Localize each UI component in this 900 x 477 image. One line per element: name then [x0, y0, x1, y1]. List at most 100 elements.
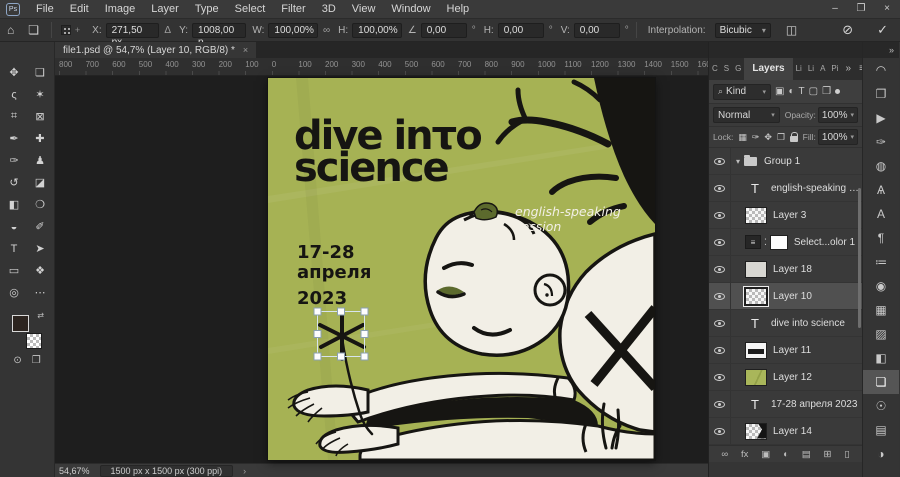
hand-tool[interactable]: ❖ — [29, 260, 51, 281]
frame-tool[interactable]: ⊠ — [29, 106, 51, 127]
background-color-swatch[interactable] — [26, 333, 42, 349]
menu-help[interactable]: Help — [439, 0, 478, 18]
chevron-down-icon[interactable]: ▾ — [736, 157, 740, 166]
layer-row-9[interactable]: Layer 12 — [709, 364, 862, 391]
layer-row-4[interactable]: ≡⁚Select...olor 1 — [709, 229, 862, 256]
panel-tab-pi3[interactable]: Pi — [828, 58, 841, 80]
visibility-toggle[interactable] — [709, 283, 731, 309]
panel-tab-g[interactable]: G — [732, 58, 744, 80]
blend-mode-select[interactable]: Normal ▾ — [713, 107, 780, 123]
status-chevron-icon[interactable]: › — [243, 466, 246, 476]
lasso-tool[interactable]: ς — [3, 84, 25, 105]
brush-tool[interactable]: ✑ — [3, 150, 25, 171]
transform-hskew-field[interactable]: 0,00 — [498, 23, 544, 38]
menu-filter[interactable]: Filter — [273, 0, 313, 18]
lock-pixels-icon[interactable]: ✑ — [752, 132, 760, 143]
new-adjustment-icon[interactable]: ◐ — [783, 449, 789, 460]
layer-row-7[interactable]: Tdive into science — [709, 310, 862, 337]
move-tool[interactable]: ✥ — [3, 62, 25, 83]
canvas-artwork[interactable]: dive inτo science english-speaking sessi… — [268, 78, 655, 460]
shape-tool[interactable]: ▭ — [3, 260, 25, 281]
document-info-field[interactable]: 1500 px x 1500 px (300 ppi) — [100, 465, 234, 477]
menu-type[interactable]: Type — [187, 0, 227, 18]
layer-row-3[interactable]: Layer 3 — [709, 202, 862, 229]
character-icon[interactable]: A — [863, 202, 899, 226]
visibility-toggle[interactable] — [709, 391, 731, 417]
styles-icon[interactable]: ◍ — [863, 154, 899, 178]
panel-tab-li1[interactable]: Li — [805, 58, 817, 80]
path-select-tool[interactable]: ➤ — [29, 238, 51, 259]
actions-icon[interactable]: ▶ — [863, 106, 899, 130]
opacity-select[interactable]: 100% ▾ — [818, 107, 858, 123]
filter-adjustment-icon[interactable]: ◐ — [788, 86, 794, 97]
tab-layers[interactable]: Layers — [744, 58, 792, 80]
transform-x-field[interactable]: 271,50 px — [106, 23, 160, 38]
gradient-tool[interactable]: ◧ — [3, 194, 25, 215]
layer-row-10[interactable]: T17-28 апреля 2023 — [709, 391, 862, 418]
swap-colors-icon[interactable]: ⇄ — [37, 311, 44, 320]
lock-transparency-icon[interactable]: ▦ — [738, 132, 747, 143]
layer-row-6[interactable]: Layer 10 — [709, 283, 862, 310]
gradients-icon[interactable]: ◧ — [863, 346, 899, 370]
menu-window[interactable]: Window — [383, 0, 438, 18]
panel-tab-c[interactable]: C — [709, 58, 721, 80]
adjustments-icon[interactable]: ◑ — [863, 442, 899, 466]
quick-mask-icon[interactable]: ⊙ — [13, 355, 21, 366]
menu-file[interactable]: File — [28, 0, 62, 18]
foreground-color-swatch[interactable] — [12, 315, 29, 332]
delete-layer-icon[interactable]: ▯ — [844, 449, 849, 460]
link-layers-icon[interactable]: ∞ — [721, 449, 728, 460]
zoom-level-field[interactable]: 54,67% — [55, 466, 100, 476]
eraser-tool[interactable]: ◪ — [29, 172, 51, 193]
visibility-toggle[interactable] — [709, 256, 731, 282]
libraries-icon[interactable]: ▤ — [863, 418, 899, 442]
close-icon[interactable]: × — [243, 45, 248, 55]
panel-tab-li0[interactable]: Li — [793, 58, 805, 80]
menu-select[interactable]: Select — [227, 0, 274, 18]
edit-toolbar[interactable]: ⋯ — [29, 282, 51, 303]
color-icon[interactable]: ◉ — [863, 274, 899, 298]
filter-shape-icon[interactable]: ▢ — [809, 86, 818, 97]
filter-pixel-icon[interactable]: ▣ — [775, 86, 784, 97]
swatches-icon[interactable]: ▦ — [863, 298, 899, 322]
layer-row-11[interactable]: Layer 14 — [709, 418, 862, 445]
interpolation-select[interactable]: Bicubic ▾ — [715, 23, 771, 38]
paragraph-icon[interactable]: ¶ — [863, 226, 899, 250]
document-tab[interactable]: file1.psd @ 54,7% (Layer 10, RGB/8) * × — [55, 42, 256, 58]
layer-row-1[interactable]: ▾Group 1 — [709, 148, 862, 175]
pen-tool[interactable]: ✐ — [29, 216, 51, 237]
reference-point-widget[interactable] — [61, 25, 71, 35]
magic-wand-tool[interactable]: ✶ — [29, 84, 51, 105]
lock-artboard-icon[interactable]: ❐ — [777, 132, 785, 143]
maximize-button[interactable]: ❐ — [848, 0, 874, 18]
history-brush-tool[interactable]: ↺ — [3, 172, 25, 193]
lock-position-icon[interactable]: ✥ — [764, 132, 772, 143]
eyedropper-tool[interactable]: ✒ — [3, 128, 25, 149]
brush-settings-icon[interactable]: ✑ — [863, 130, 899, 154]
clone-stamp-tool[interactable]: ♟ — [29, 150, 51, 171]
panel-tab-s[interactable]: S — [721, 58, 732, 80]
menu-3d[interactable]: 3D — [314, 0, 344, 18]
zoom-tool[interactable]: ◎ — [3, 282, 25, 303]
lock-all-icon[interactable] — [790, 136, 798, 142]
fill-select[interactable]: 100% ▾ — [818, 129, 858, 145]
layer-mask-icon[interactable]: ▣ — [761, 449, 770, 460]
kind-filter-select[interactable]: ⌕ Kind ▾ — [713, 84, 771, 100]
filter-type-icon[interactable]: T — [799, 86, 805, 97]
commit-transform-button[interactable]: ✓ — [865, 22, 900, 38]
filter-toggle-icon[interactable] — [835, 89, 840, 94]
blur-tool[interactable]: ❍ — [29, 194, 51, 215]
visibility-toggle[interactable] — [709, 337, 731, 363]
visibility-toggle[interactable] — [709, 229, 731, 255]
close-button[interactable]: × — [874, 0, 900, 18]
layers-icon[interactable]: ❏ — [863, 370, 899, 394]
layer-row-5[interactable]: Layer 18 — [709, 256, 862, 283]
cancel-transform-button[interactable]: ⊘ — [830, 22, 865, 38]
panel-tab-a2[interactable]: A — [817, 58, 828, 80]
menu-edit[interactable]: Edit — [62, 0, 97, 18]
warp-mode-icon[interactable]: ◫ — [779, 23, 804, 37]
crop-tool[interactable]: ⌗ — [3, 106, 25, 127]
properties-icon[interactable]: ≔ — [863, 250, 899, 274]
visibility-toggle[interactable] — [709, 418, 731, 444]
transform-w-field[interactable]: 100,00% — [268, 23, 318, 38]
